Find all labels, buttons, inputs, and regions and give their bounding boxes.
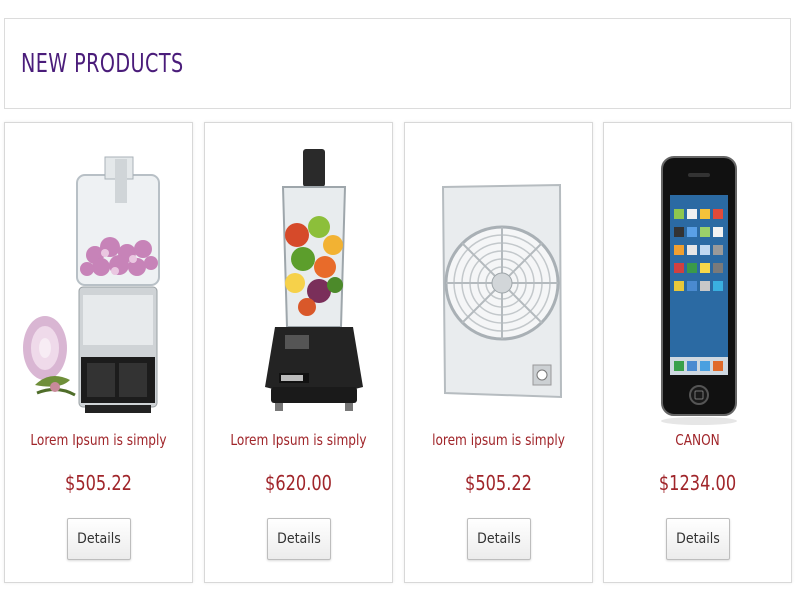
product-card: lorem ipsum is simply $505.22 Details <box>404 122 593 583</box>
product-price: $505.22 <box>65 471 132 495</box>
product-price: $505.22 <box>465 471 532 495</box>
details-button[interactable]: Details <box>67 518 131 560</box>
product-price: $1234.00 <box>658 471 737 495</box>
product-name[interactable]: CANON <box>613 431 781 449</box>
product-name[interactable]: Lorem Ipsum is simply <box>214 431 382 449</box>
details-button[interactable]: Details <box>666 518 730 560</box>
blender-image[interactable] <box>215 135 382 433</box>
product-card: Lorem Ipsum is simply $620.00 Details <box>204 122 393 583</box>
product-price: $620.00 <box>265 471 332 495</box>
window-fan-image[interactable] <box>415 135 582 433</box>
product-name[interactable]: Lorem Ipsum is simply <box>14 431 182 449</box>
product-name[interactable]: lorem ipsum is simply <box>414 431 582 449</box>
section-header: NEW PRODUCTS <box>4 18 791 109</box>
product-card: CANON $1234.00 Details <box>603 122 792 583</box>
details-button[interactable]: Details <box>467 518 531 560</box>
food-processor-image[interactable] <box>15 135 182 433</box>
product-card: Lorem Ipsum is simply $505.22 Details <box>4 122 193 583</box>
smartphone-image[interactable] <box>614 135 781 433</box>
details-button[interactable]: Details <box>267 518 331 560</box>
section-title: NEW PRODUCTS <box>21 49 184 79</box>
